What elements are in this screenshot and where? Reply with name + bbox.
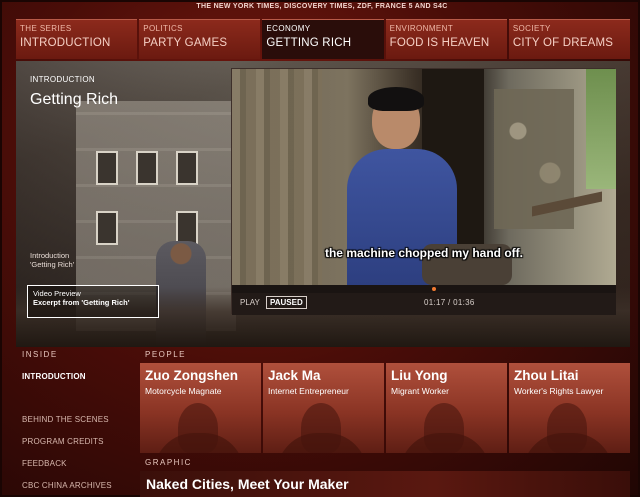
app-frame: THE NEW YORK TIMES, DISCOVERY TIMES, ZDF… <box>0 0 640 497</box>
pause-button[interactable]: PAUSED <box>266 296 307 309</box>
intro-link-line1: Introduction <box>30 251 70 260</box>
video-preview-link[interactable]: Video Preview Excerpt from 'Getting Rich… <box>27 285 159 318</box>
person-card-liu-yong[interactable]: Liu Yong Migrant Worker <box>386 363 507 453</box>
person-photo-face <box>301 403 341 453</box>
nav-tab-getting-rich[interactable]: ECONOMY GETTING RICH <box>262 19 384 59</box>
building-window <box>176 151 198 185</box>
hero-title: Getting Rich <box>30 91 119 108</box>
graphic-title: Naked Cities, Meet Your Maker <box>146 476 349 492</box>
video-frame[interactable]: the machine chopped my hand off. <box>232 69 616 285</box>
nav-title: CITY OF DREAMS <box>512 37 614 49</box>
inside-item-feedback[interactable]: FEEDBACK <box>22 459 67 468</box>
preview-label: Video Preview <box>33 289 81 298</box>
video-player[interactable]: the machine chopped my hand off. PLAY PA… <box>231 68 616 315</box>
inside-section-label: INSIDE <box>22 350 58 359</box>
person-photo-face <box>424 403 464 453</box>
preview-sublabel: Excerpt from 'Getting Rich' <box>33 298 130 307</box>
scene-man-hair <box>368 87 424 111</box>
person-card-jack-ma[interactable]: Jack Ma Internet Entrepreneur <box>263 363 384 453</box>
nav-tab-food-is-heaven[interactable]: ENVIRONMENT FOOD IS HEAVEN <box>385 19 507 59</box>
building-window <box>96 151 118 185</box>
video-progress-track[interactable] <box>232 285 616 293</box>
inside-item-introduction[interactable]: INTRODUCTION <box>22 372 86 381</box>
nav-category: POLITICS <box>143 24 183 33</box>
intro-link[interactable]: Introduction 'Getting Rich' <box>30 251 150 269</box>
person-photo-face <box>547 403 587 453</box>
nav-tab-city-of-dreams[interactable]: SOCIETY CITY OF DREAMS <box>508 19 631 59</box>
inside-item-cbc-china-archives[interactable]: CBC CHINA ARCHIVES <box>22 481 112 490</box>
video-progress-handle[interactable] <box>432 287 436 291</box>
inside-item-program-credits[interactable]: PROGRAM CREDITS <box>22 437 104 446</box>
nav-title: PARTY GAMES <box>143 37 228 49</box>
nav-category: SOCIETY <box>512 24 551 33</box>
scene-greenery <box>586 69 616 189</box>
person-card-zuo-zongshen[interactable]: Zuo Zongshen Motorcycle Magnate <box>140 363 261 453</box>
video-subtitle: the machine chopped my hand off. <box>324 246 524 260</box>
person-role: Migrant Worker <box>391 386 449 396</box>
building-window <box>96 211 118 245</box>
person-card-zhou-litai[interactable]: Zhou Litai Worker's Rights Lawyer <box>509 363 630 453</box>
inside-item-behind-the-scenes[interactable]: BEHIND THE SCENES <box>22 415 109 424</box>
person-name: Zhou Litai <box>514 368 579 383</box>
play-button[interactable]: PLAY <box>240 298 260 307</box>
person-role: Motorcycle Magnate <box>145 386 222 396</box>
person-role: Worker's Rights Lawyer <box>514 386 604 396</box>
intro-link-line2: 'Getting Rich' <box>30 260 75 269</box>
hero-kicker: INTRODUCTION <box>30 75 95 84</box>
people-list: Zuo Zongshen Motorcycle Magnate Jack Ma … <box>140 363 630 453</box>
graphic-link[interactable]: Naked Cities, Meet Your Maker <box>140 471 630 497</box>
nav-tab-introduction[interactable]: THE SERIES INTRODUCTION <box>16 19 138 59</box>
building-window <box>176 211 198 245</box>
people-section-label: PEOPLE <box>145 350 187 359</box>
nav-tab-party-games[interactable]: POLITICS PARTY GAMES <box>139 19 261 59</box>
graphic-section-label: GRAPHIC <box>145 458 192 467</box>
video-controls: PLAY PAUSED 01:17 / 01:36 <box>232 293 616 315</box>
nav-title: GETTING RICH <box>266 37 352 49</box>
person-name: Jack Ma <box>268 368 321 383</box>
nav-category: THE SERIES <box>20 24 72 33</box>
building-window <box>136 151 158 185</box>
video-time: 01:17 / 01:36 <box>424 298 475 307</box>
main-nav: THE SERIES INTRODUCTION POLITICS PARTY G… <box>16 19 631 59</box>
person-name: Liu Yong <box>391 368 448 383</box>
hero-panel: INTRODUCTION Getting Rich Introduction '… <box>16 61 630 347</box>
nav-category: ECONOMY <box>266 24 311 33</box>
nav-title: FOOD IS HEAVEN <box>389 37 490 49</box>
person-photo-face <box>178 403 218 453</box>
person-name: Zuo Zongshen <box>145 368 238 383</box>
person-role: Internet Entrepreneur <box>268 386 349 396</box>
sponsor-line: THE NEW YORK TIMES, DISCOVERY TIMES, ZDF… <box>196 3 448 10</box>
nav-title: INTRODUCTION <box>20 37 111 49</box>
nav-category: ENVIRONMENT <box>389 24 454 33</box>
